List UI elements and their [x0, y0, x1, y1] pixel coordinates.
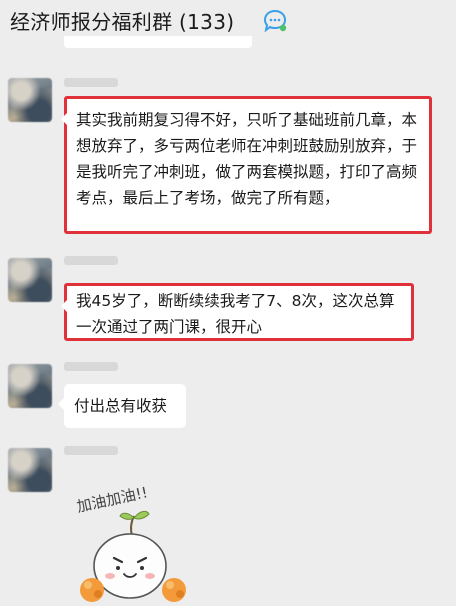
- avatar[interactable]: [8, 364, 52, 408]
- sender-name: [64, 256, 118, 265]
- sender-name: [64, 362, 118, 371]
- avatar[interactable]: [8, 78, 52, 122]
- chat-title[interactable]: 经济师报分福利群 (133): [10, 6, 234, 35]
- avatar[interactable]: [8, 258, 52, 302]
- group-chat-icon[interactable]: [262, 9, 288, 33]
- message-text: 付出总有收获: [74, 397, 168, 415]
- message-bubble[interactable]: 我45岁了，断断续续我考了7、8次，这次总算一次通过了两门课，很开心: [61, 283, 414, 341]
- avatar[interactable]: [8, 448, 52, 492]
- message-text: 我45岁了，断断续续我考了7、8次，这次总算一次通过了两门课，很开心: [76, 292, 395, 336]
- previous-message-bubble: [64, 36, 252, 48]
- message-bubble[interactable]: 其实我前期复习得不好，只听了基础班前几章，本想放弃了，多亏两位老师在冲刺班鼓励别…: [61, 96, 432, 234]
- message-text: 其实我前期复习得不好，只听了基础班前几章，本想放弃了，多亏两位老师在冲刺班鼓励别…: [76, 111, 418, 207]
- sender-name: [64, 446, 118, 455]
- sender-name: [64, 78, 118, 87]
- cheering-sprout-sticker[interactable]: 加油加油!!: [70, 478, 200, 606]
- sticker-caption: 加油加油!!: [75, 483, 149, 516]
- message-bubble[interactable]: 付出总有收获: [58, 384, 186, 428]
